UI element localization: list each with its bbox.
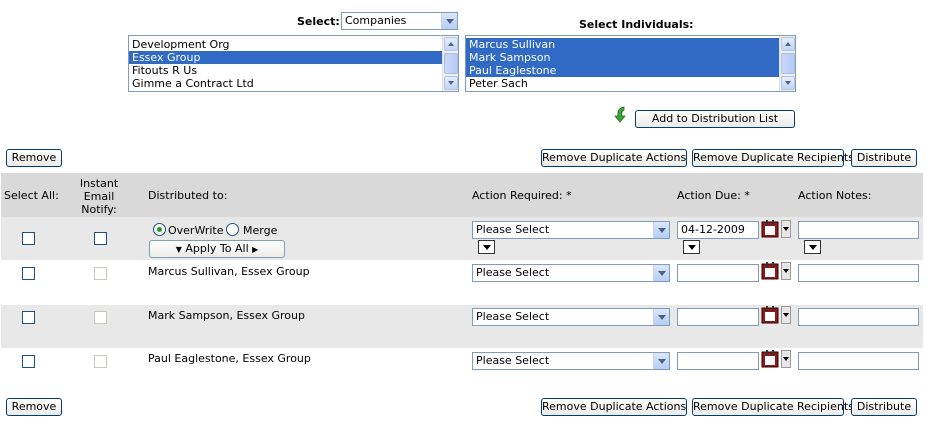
overwrite-radio[interactable] <box>153 223 166 236</box>
scroll-thumb[interactable] <box>444 53 458 74</box>
action-due-header: Action Due: * <box>677 189 750 202</box>
type-select-value: Companies <box>345 14 407 27</box>
remove-duplicate-actions-button[interactable]: Remove Duplicate Actions <box>541 149 687 167</box>
distribute-button[interactable]: Distribute <box>851 398 917 416</box>
chevron-down-icon[interactable] <box>441 13 457 29</box>
select-value: Please Select <box>476 223 550 236</box>
action-required-select[interactable]: Please Select <box>472 308 670 326</box>
list-item[interactable]: Marcus Sullivan <box>466 38 795 51</box>
apply-action-required-select[interactable]: Please Select <box>472 221 670 239</box>
row-email-checkbox <box>94 311 107 324</box>
row-select-checkbox[interactable] <box>22 311 35 324</box>
chevron-down-icon[interactable] <box>653 265 669 281</box>
action-required-toggle[interactable] <box>478 240 495 254</box>
action-due-input[interactable] <box>677 308 759 326</box>
calendar-icon[interactable] <box>761 262 779 280</box>
individuals-label: Select Individuals: <box>579 18 694 31</box>
add-to-distribution-button[interactable]: Add to Distribution List <box>635 110 795 128</box>
scroll-down-icon[interactable] <box>444 76 458 90</box>
action-due-input[interactable] <box>677 352 759 370</box>
action-due-input[interactable] <box>677 264 759 282</box>
action-notes-input[interactable] <box>798 352 919 370</box>
companies-listbox[interactable]: Development Org Essex Group Fitouts R Us… <box>128 35 459 92</box>
merge-radio[interactable] <box>226 223 239 236</box>
row-email-checkbox <box>94 267 107 280</box>
remove-button[interactable]: Remove <box>6 149 62 167</box>
remove-button[interactable]: Remove <box>6 398 62 416</box>
distribute-button[interactable]: Distribute <box>851 149 917 167</box>
action-notes-toggle[interactable] <box>804 240 821 254</box>
distributed-to-header: Distributed to: <box>148 189 228 202</box>
type-select[interactable]: Companies <box>341 12 458 30</box>
chevron-down-icon[interactable] <box>653 309 669 325</box>
overwrite-label: OverWrite <box>168 224 224 237</box>
calendar-icon[interactable] <box>761 220 779 238</box>
action-required-header: Action Required: * <box>472 189 572 202</box>
recipient-name: Paul Eaglestone, Essex Group <box>148 352 311 365</box>
recipient-name: Mark Sampson, Essex Group <box>148 309 305 322</box>
list-item[interactable]: Development Org <box>129 38 458 51</box>
calendar-icon[interactable] <box>761 350 779 368</box>
list-item[interactable]: Fitouts R Us <box>129 64 458 77</box>
scroll-up-icon[interactable] <box>781 37 795 51</box>
scroll-up-icon[interactable] <box>444 37 458 51</box>
list-item[interactable]: Peter Sach <box>466 77 795 90</box>
apply-action-due-input[interactable]: 04-12-2009 <box>677 221 759 239</box>
calendar-dropdown-icon[interactable] <box>781 262 791 280</box>
chevron-down-icon[interactable] <box>653 222 669 238</box>
list-item[interactable]: Gimme a Contract Ltd <box>129 77 458 90</box>
apply-to-all-button[interactable]: ▼ Apply To All ▶ <box>149 240 285 258</box>
select-all-checkbox[interactable] <box>22 232 35 245</box>
individuals-scrollbar[interactable] <box>779 36 795 91</box>
scroll-down-icon[interactable] <box>781 76 795 90</box>
calendar-icon[interactable] <box>761 306 779 324</box>
apply-action-notes-input[interactable] <box>798 221 919 239</box>
select-all-header: Select All: <box>4 189 59 202</box>
calendar-dropdown-icon[interactable] <box>781 306 791 324</box>
list-item[interactable]: Essex Group <box>129 51 458 64</box>
row-select-checkbox[interactable] <box>22 355 35 368</box>
instant-email-header: Instant Email Notify: <box>79 177 119 216</box>
action-notes-input[interactable] <box>798 264 919 282</box>
row-select-checkbox[interactable] <box>22 267 35 280</box>
action-notes-input[interactable] <box>798 308 919 326</box>
action-required-select[interactable]: Please Select <box>472 352 670 370</box>
recipient-name: Marcus Sullivan, Essex Group <box>148 265 310 278</box>
chevron-down-icon[interactable] <box>653 353 669 369</box>
row-email-checkbox <box>94 355 107 368</box>
add-arrow-icon <box>614 106 626 123</box>
select-value: Please Select <box>476 354 550 367</box>
companies-scrollbar[interactable] <box>442 36 458 91</box>
select-value: Please Select <box>476 266 550 279</box>
calendar-dropdown-icon[interactable] <box>781 350 791 368</box>
action-due-toggle[interactable] <box>683 240 700 254</box>
remove-duplicate-recipients-button[interactable]: Remove Duplicate Recipients <box>692 398 854 416</box>
individuals-listbox[interactable]: Marcus Sullivan Mark Sampson Paul Eagles… <box>465 35 796 92</box>
table-header <box>1 173 923 217</box>
scroll-thumb[interactable] <box>781 53 795 74</box>
select-label: Select: <box>297 15 340 28</box>
select-value: Please Select <box>476 310 550 323</box>
email-all-checkbox[interactable] <box>94 232 107 245</box>
action-required-select[interactable]: Please Select <box>472 264 670 282</box>
apply-to-all-label: Apply To All <box>185 242 249 255</box>
action-notes-header: Action Notes: <box>798 189 872 202</box>
list-item[interactable]: Paul Eaglestone <box>466 64 795 77</box>
calendar-dropdown-icon[interactable] <box>781 220 791 238</box>
merge-label: Merge <box>243 224 278 237</box>
remove-duplicate-actions-button[interactable]: Remove Duplicate Actions <box>541 398 687 416</box>
list-item[interactable]: Mark Sampson <box>466 51 795 64</box>
remove-duplicate-recipients-button[interactable]: Remove Duplicate Recipients <box>692 149 854 167</box>
